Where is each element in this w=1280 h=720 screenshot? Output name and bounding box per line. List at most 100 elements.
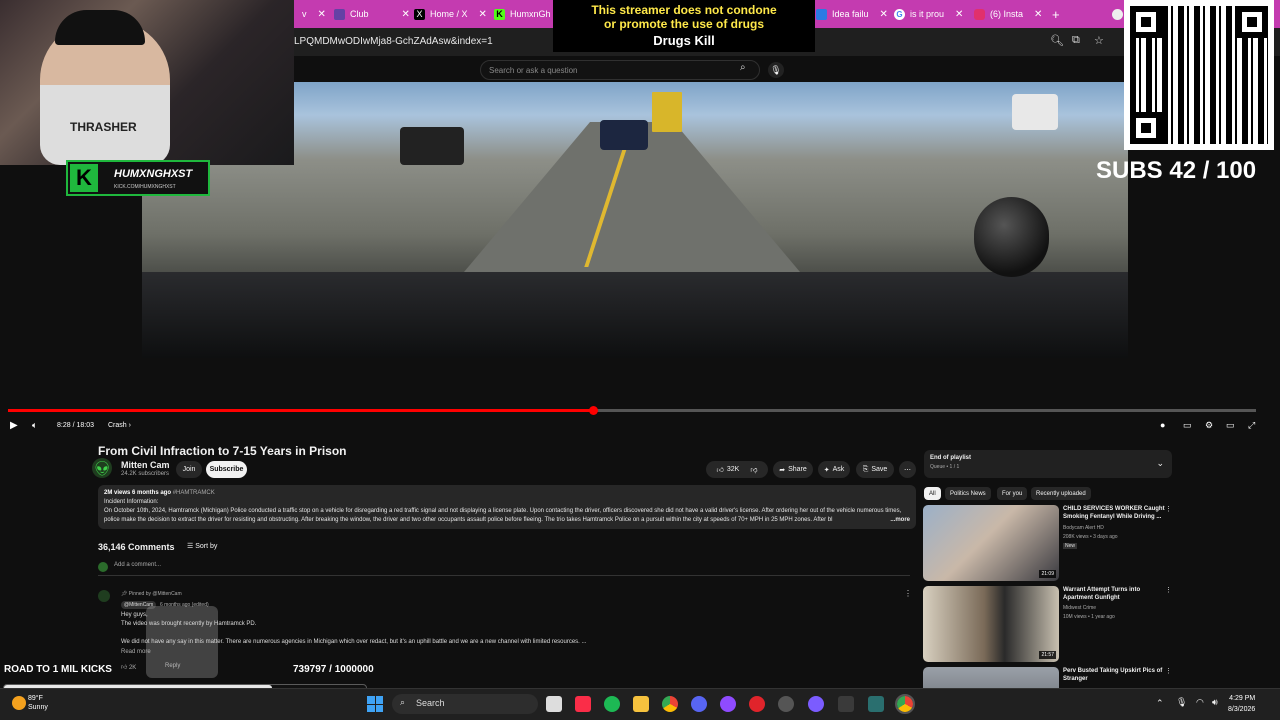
chip-recently-uploaded[interactable]: Recently uploaded	[1031, 487, 1091, 500]
recommendation-menu-icon[interactable]: ⋮	[1165, 586, 1172, 594]
save-button[interactable]: ⎘ Save	[856, 461, 894, 478]
url-field[interactable]: LPQMDMwODIwMja8-GchZAdAsw&index=1	[294, 36, 493, 47]
tray-chevron-icon[interactable]: ⌃	[1156, 698, 1164, 709]
speaker-icon[interactable]: 🔊︎	[1212, 697, 1218, 708]
like-count[interactable]: 32K	[727, 466, 739, 473]
microphone-icon[interactable]: 🎙︎	[768, 62, 784, 78]
like-icon[interactable]: 👍︎	[717, 465, 724, 474]
bookmark-star-icon[interactable]: ☆	[1094, 34, 1104, 47]
wifi-icon[interactable]: ◠	[1196, 697, 1204, 708]
comment-like-button[interactable]: 👍︎ 2K	[121, 663, 136, 671]
taskbar-clock[interactable]: 4:29 PM 8/3/2026	[1228, 693, 1255, 715]
play-icon[interactable]: ▶	[10, 420, 18, 431]
chip-politics-news[interactable]: Politics News	[945, 487, 991, 500]
close-icon[interactable]: ✕	[479, 9, 487, 20]
chapter-button[interactable]: Crash ›	[108, 422, 131, 429]
theater-mode-icon[interactable]: ▭	[1226, 420, 1235, 431]
add-comment-input[interactable]: Add a comment...	[98, 562, 910, 576]
file-explorer-icon[interactable]	[633, 696, 649, 712]
playlist-panel[interactable]: End of playlist Queue • 1 / 1 ⌄	[924, 450, 1172, 478]
description-box[interactable]: 2M views 6 months ago #HAMTRAMCK Inciden…	[98, 485, 916, 529]
recommendation-item[interactable]: Perv Busted Taking Upskirt Pics of Stran…	[923, 667, 1171, 688]
recommendation-thumbnail[interactable]: 21:57	[923, 586, 1059, 662]
chip-all[interactable]: All	[924, 487, 941, 500]
comment-menu-icon[interactable]: ⋮	[904, 589, 912, 598]
chevron-down-icon[interactable]: ⌄	[1156, 458, 1164, 469]
app-icon[interactable]	[808, 696, 824, 712]
app-icon[interactable]	[838, 696, 854, 712]
channel-name[interactable]: Mitten Cam	[121, 460, 170, 470]
shirt-text: THRASHER	[70, 120, 137, 134]
browser-tab[interactable]: Idea failu ✕	[810, 4, 894, 24]
tab-close-partial[interactable]: v ✕	[296, 4, 332, 24]
commenter-avatar[interactable]	[98, 590, 110, 602]
discord-icon[interactable]	[691, 696, 707, 712]
browser-tab[interactable]: X Home / X ✕	[408, 4, 493, 24]
recommendation-menu-icon[interactable]: ⋮	[1165, 505, 1172, 513]
join-button[interactable]: Join	[176, 461, 202, 478]
kick-icon: K	[494, 8, 505, 20]
zoom-icon[interactable]: 🔍︎	[1050, 34, 1064, 47]
sort-by-button[interactable]: ☰ Sort by	[187, 542, 217, 550]
user-avatar	[98, 562, 108, 572]
fullscreen-icon[interactable]: ⤢	[1248, 420, 1255, 431]
recommendation-item[interactable]: 21:09 CHILD SERVICES WORKER Caught Smoki…	[923, 505, 1172, 585]
close-icon[interactable]: ✕	[1034, 9, 1042, 20]
recommendation-thumbnail[interactable]	[923, 667, 1059, 688]
terminal-icon[interactable]	[868, 696, 884, 712]
music-app-icon[interactable]	[575, 696, 591, 712]
install-icon[interactable]: ⧉	[1072, 34, 1080, 47]
app-icon[interactable]	[720, 696, 736, 712]
recommendation-item[interactable]: 21:57 Warrant Attempt Turns into Apartme…	[923, 586, 1172, 666]
subs-goal: SUBS 42 / 100	[1096, 157, 1257, 184]
video-title: From Civil Infraction to 7-15 Years in P…	[98, 444, 347, 458]
close-icon[interactable]: ✕	[955, 9, 963, 20]
hashtag-link[interactable]: #HAMTRAMCK	[173, 490, 215, 496]
ask-button[interactable]: ✦ Ask	[818, 461, 850, 478]
chip-for-you[interactable]: For you	[997, 487, 1028, 500]
volume-icon[interactable]: 🔈︎	[32, 420, 37, 431]
windows-start-icon[interactable]	[367, 696, 383, 712]
close-icon[interactable]: ✕	[318, 9, 326, 20]
recommendation-menu-icon[interactable]: ⋮	[1165, 667, 1171, 675]
browser-tab[interactable]: (6) Insta ✕	[968, 4, 1048, 24]
channel-avatar[interactable]: 👽︎	[92, 458, 112, 478]
description-more-link[interactable]: ...more	[888, 516, 910, 525]
microphone-icon[interactable]: 🎙︎	[1176, 697, 1187, 708]
chrome-active-icon[interactable]	[895, 694, 915, 714]
dislike-icon[interactable]: 👎︎	[750, 465, 757, 474]
time-display: 8:28 / 18:03	[57, 422, 94, 429]
browser-tab[interactable]: Club ✕	[328, 4, 416, 24]
progress-scrubber[interactable]	[589, 406, 599, 415]
recommendation-thumbnail[interactable]: 21:09	[923, 505, 1059, 581]
recommendation-meta: 10M views • 1 year ago	[1063, 614, 1115, 620]
subscribe-button[interactable]: Subscribe	[206, 461, 247, 478]
recommendation-channel[interactable]: Bodycam Alert HD	[1063, 525, 1104, 531]
obs-icon[interactable]	[778, 696, 794, 712]
chrome-icon[interactable]	[662, 696, 678, 712]
recommendation-title[interactable]: Perv Busted Taking Upskirt Pics of Stran…	[1063, 667, 1167, 683]
recommendation-channel[interactable]: Midwest Crime	[1063, 605, 1096, 611]
more-actions-icon[interactable]: ⋯	[899, 461, 916, 478]
search-icon[interactable]: ⌕	[740, 62, 756, 78]
autoplay-toggle[interactable]: ●	[1160, 420, 1165, 430]
kick-goal-count: 739797 / 1000000	[293, 664, 374, 675]
settings-gear-icon[interactable]: ⚙	[1205, 420, 1213, 431]
weather-widget[interactable]: 89°F Sunny	[28, 694, 48, 712]
browser-tab[interactable]: K HumxnGh	[488, 4, 557, 24]
new-tab-button[interactable]: +	[1046, 4, 1066, 24]
recommendation-title[interactable]: CHILD SERVICES WORKER Caught Smoking Fen…	[1063, 505, 1167, 521]
weather-sun-icon[interactable]	[12, 696, 26, 710]
subtitles-icon[interactable]: ▭	[1183, 420, 1192, 431]
close-icon[interactable]: ✕	[880, 9, 888, 20]
streamer-name: HUMXNGHXST	[114, 168, 193, 180]
recommendation-title[interactable]: Warrant Attempt Turns into Apartment Gun…	[1063, 586, 1167, 602]
youtube-search-input[interactable]: Search or ask a question	[480, 60, 760, 80]
task-view-icon[interactable]	[546, 696, 562, 712]
qr-finder	[1130, 112, 1162, 144]
opera-icon[interactable]	[749, 696, 765, 712]
taskbar-search[interactable]: ⌕ Search	[392, 694, 538, 714]
spotify-icon[interactable]	[604, 696, 620, 712]
browser-tab[interactable]: Gis it prou ✕	[888, 4, 969, 24]
share-button[interactable]: ➦ Share	[773, 461, 813, 478]
